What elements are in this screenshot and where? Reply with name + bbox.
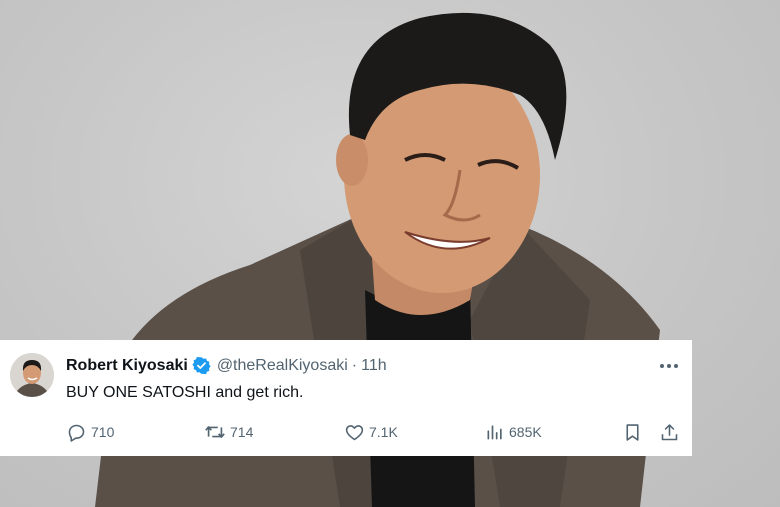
like-count: 7.1K: [369, 424, 398, 440]
share-icon: [659, 422, 680, 443]
separator-dot: ·: [351, 356, 358, 374]
author-name[interactable]: Robert Kiyosaki: [66, 357, 188, 375]
views-count: 685K: [509, 424, 542, 440]
views-icon: [485, 422, 505, 442]
bookmark-button[interactable]: [622, 420, 643, 444]
share-button[interactable]: [659, 420, 680, 444]
reply-icon: [66, 422, 87, 443]
avatar-image: [10, 353, 54, 397]
verified-badge-icon: [192, 356, 211, 375]
more-options-icon[interactable]: [658, 357, 680, 375]
tweet-text: BUY ONE SATOSHI and get rich.: [66, 384, 304, 401]
bookmark-icon: [622, 422, 643, 443]
tweet-card[interactable]: Robert Kiyosaki @theRealKiyosaki · 11h B…: [0, 340, 692, 456]
retweet-count: 714: [230, 424, 254, 440]
views-button[interactable]: 685K: [485, 420, 542, 444]
timestamp[interactable]: 11h: [361, 357, 387, 375]
tweet-actions: 710 714 7.1K 685K: [0, 420, 692, 444]
reply-button[interactable]: 710: [66, 420, 114, 444]
like-button[interactable]: 7.1K: [344, 420, 398, 444]
heart-icon: [344, 422, 365, 443]
tweet-header: Robert Kiyosaki @theRealKiyosaki · 11h: [66, 356, 387, 375]
author-handle[interactable]: @theRealKiyosaki: [217, 357, 348, 375]
avatar[interactable]: [10, 353, 54, 397]
reply-count: 710: [91, 424, 115, 440]
retweet-button[interactable]: 714: [204, 420, 253, 444]
retweet-icon: [204, 421, 226, 443]
